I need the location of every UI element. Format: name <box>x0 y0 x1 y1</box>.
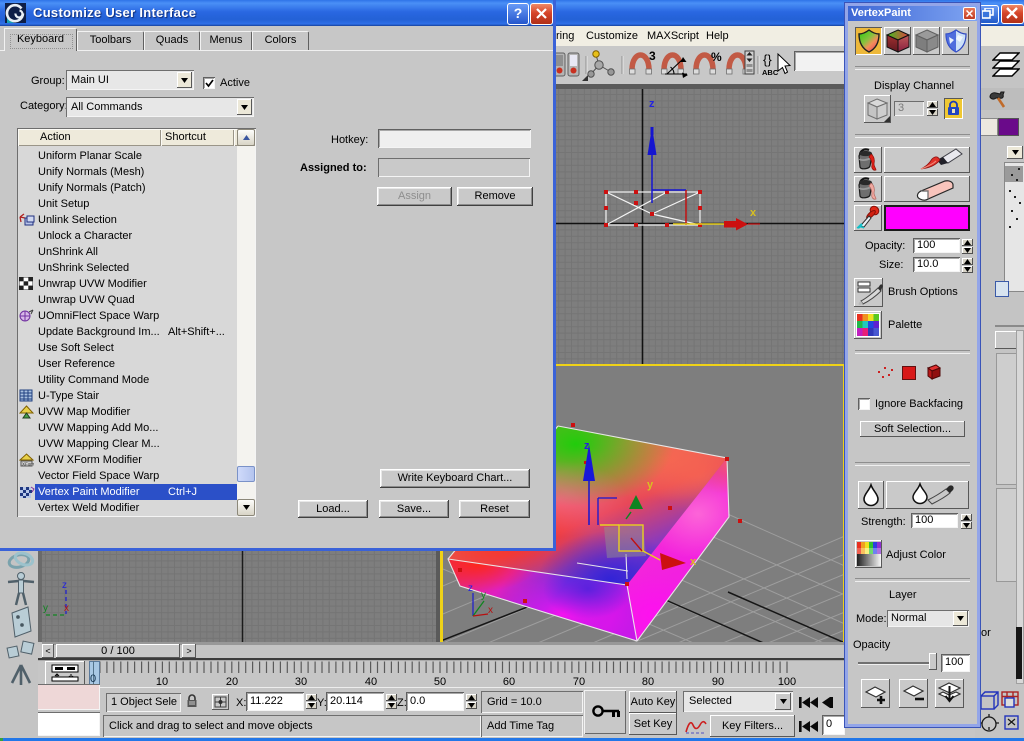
svg-text:100: 100 <box>778 676 796 687</box>
svg-text:z: z <box>62 580 67 591</box>
svg-text:90: 90 <box>712 676 724 687</box>
svg-text:20: 20 <box>226 676 238 687</box>
svg-text:40: 40 <box>365 676 377 687</box>
svg-text:50: 50 <box>434 676 446 687</box>
svg-text:ABC: ABC <box>762 68 779 77</box>
svg-text:x: x <box>64 603 69 614</box>
svg-text:x: x <box>750 207 757 219</box>
svg-text:10: 10 <box>156 676 168 687</box>
svg-text:y: y <box>43 603 48 614</box>
svg-text:XForm: XForm <box>22 462 34 467</box>
svg-text:{}: {} <box>763 52 772 67</box>
svg-text:%: % <box>711 50 722 64</box>
svg-text:60: 60 <box>503 676 515 687</box>
svg-text:z: z <box>649 98 655 110</box>
svg-text:3: 3 <box>649 49 656 63</box>
svg-text:70: 70 <box>573 676 585 687</box>
svg-text:80: 80 <box>642 676 654 687</box>
svg-text:30: 30 <box>295 676 307 687</box>
